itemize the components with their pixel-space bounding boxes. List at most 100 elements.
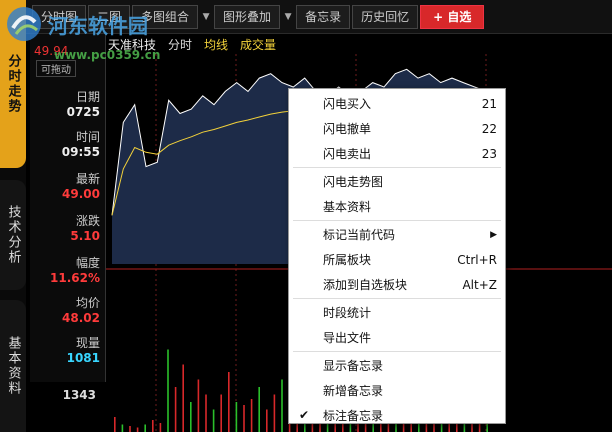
legend-volume: 成交量 (240, 38, 277, 52)
chart-legend: 天准科技 分时 均线 成交量 (106, 36, 276, 52)
volume-axis-value: 1343 (62, 388, 96, 402)
drag-handle[interactable]: 可拖动 (36, 60, 76, 77)
avg-value: 48.02 (62, 311, 100, 325)
volume-bar (174, 387, 177, 432)
submenu-arrow-icon: ▶ (490, 229, 497, 240)
volume-bar (152, 420, 154, 432)
volume-bar (273, 394, 276, 432)
menu-shortcut: 22 (481, 121, 497, 136)
menu-item-label: 添加到自选板块 (323, 278, 408, 292)
intraday-chart-button[interactable]: 分时图 (32, 4, 87, 29)
menu-item-label: 标注备忘录 (323, 409, 384, 423)
time-field: 时间 09:55 (30, 128, 106, 159)
volume-bar (205, 394, 207, 432)
volume-value: 1081 (66, 351, 100, 365)
menu-item-label: 标记当前代码 (323, 228, 396, 242)
menu-item-show-memo[interactable]: 显示备忘录 (289, 353, 505, 378)
menu-item-flash-chart[interactable]: 闪电走势图 (289, 169, 505, 194)
menu-separator (293, 167, 501, 168)
menu-item-label: 新增备忘录 (323, 384, 384, 398)
multi-chart-button[interactable]: 多图组合 (132, 4, 199, 29)
tab-intraday[interactable]: 分时走势 (0, 0, 26, 168)
date-field: 日期 0725 (30, 88, 106, 119)
latest-value: 49.00 (62, 187, 100, 201)
menu-item-label: 导出文件 (323, 331, 372, 345)
volume-bar (235, 402, 238, 432)
toolbar: 分时图 二图 多图组合 ▼ 图形叠加 ▼ 备忘录 历史回忆 + 自选 (26, 0, 612, 34)
volume-bar (266, 409, 268, 432)
volume-bar (190, 402, 192, 432)
menu-item-mark-memo[interactable]: ✔ 标注备忘录 (289, 403, 505, 428)
two-charts-button[interactable]: 二图 (88, 4, 131, 29)
menu-item-period-stats[interactable]: 时段统计 (289, 300, 505, 325)
volume-bar (281, 379, 283, 432)
volume-bar (220, 394, 222, 432)
menu-item-label: 闪电撤单 (323, 122, 372, 136)
menu-shortcut: 21 (481, 96, 497, 111)
menu-item-flash-cancel[interactable]: 闪电撤单 22 (289, 116, 505, 141)
menu-item-label: 显示备忘录 (323, 359, 384, 373)
top-price-value: 49.94 (34, 44, 69, 58)
menu-item-export[interactable]: 导出文件 (289, 325, 505, 350)
menu-item-fundamentals[interactable]: 基本资料 (289, 194, 505, 219)
volume-bar (228, 372, 230, 432)
time-label: 时间 (75, 130, 100, 144)
change-label: 涨跌 (75, 214, 100, 228)
volume-field: 现量 1081 (30, 334, 106, 365)
change-value: 5.10 (70, 229, 100, 243)
stock-name: 天准科技 (108, 38, 157, 52)
change-field: 涨跌 5.10 (30, 212, 106, 243)
volume-bar (182, 364, 184, 432)
volume-bar (212, 409, 215, 432)
menu-item-flash-sell[interactable]: 闪电卖出 23 (289, 141, 505, 166)
menu-item-add-to-watchlist[interactable]: 添加到自选板块 Alt+Z (289, 272, 505, 297)
pct-field: 幅度 11.62% (30, 254, 106, 285)
checkmark-icon: ✔ (299, 408, 310, 422)
memo-button[interactable]: 备忘录 (296, 4, 351, 29)
avg-label: 均价 (75, 296, 100, 310)
menu-item-mark-code[interactable]: 标记当前代码 ▶ (289, 222, 505, 247)
volume-bar (258, 387, 260, 432)
menu-shortcut: Alt+Z (462, 277, 497, 292)
volume-bar (167, 349, 169, 432)
pct-value: 11.62% (50, 271, 100, 285)
multi-chart-dropdown-icon[interactable]: ▼ (200, 5, 212, 29)
pct-label: 幅度 (75, 256, 100, 270)
legend-intraday: 分时 (168, 38, 193, 52)
menu-item-label: 闪电卖出 (323, 147, 372, 161)
legend-avg: 均线 (204, 38, 229, 52)
volume-bar (243, 405, 245, 432)
menu-separator (293, 351, 501, 352)
menu-item-label: 时段统计 (323, 306, 372, 320)
view-tabs: 分时走势 技术分析 基本资料 (0, 0, 26, 432)
latest-label: 最新 (75, 172, 100, 186)
volume-bar (121, 424, 124, 432)
tab-technical-analysis[interactable]: 技术分析 (0, 180, 26, 290)
menu-shortcut: Ctrl+R (457, 252, 497, 267)
menu-item-sector[interactable]: 所属板块 Ctrl+R (289, 247, 505, 272)
time-value: 09:55 (61, 145, 100, 159)
menu-separator (293, 298, 501, 299)
volume-label: 现量 (75, 336, 100, 350)
volume-bar (197, 379, 200, 432)
volume-bar (159, 423, 162, 432)
quote-info-panel: 49.94 可拖动 日期 0725 时间 09:55 最新 49.00 涨跌 5… (30, 34, 106, 382)
menu-item-flash-buy[interactable]: 闪电买入 21 (289, 91, 505, 116)
overlay-button[interactable]: 图形叠加 (214, 4, 281, 29)
volume-bar (250, 399, 253, 432)
latest-field: 最新 49.00 (30, 170, 106, 201)
volume-bar (129, 426, 131, 432)
menu-item-label: 闪电买入 (323, 97, 372, 111)
volume-bar (114, 417, 116, 432)
tab-fundamentals[interactable]: 基本资料 (0, 300, 26, 432)
menu-item-new-memo[interactable]: 新增备忘录 (289, 378, 505, 403)
overlay-dropdown-icon[interactable]: ▼ (282, 5, 294, 29)
context-menu: 闪电买入 21 闪电撤单 22 闪电卖出 23 闪电走势图 基本资料 标记当前代… (288, 88, 506, 424)
menu-item-label: 所属板块 (323, 253, 372, 267)
history-button[interactable]: 历史回忆 (352, 4, 419, 29)
avg-field: 均价 48.02 (30, 294, 106, 325)
date-label: 日期 (75, 90, 100, 104)
add-favorite-button[interactable]: + 自选 (420, 4, 485, 29)
volume-bar (144, 424, 146, 432)
menu-item-label: 基本资料 (323, 200, 372, 214)
